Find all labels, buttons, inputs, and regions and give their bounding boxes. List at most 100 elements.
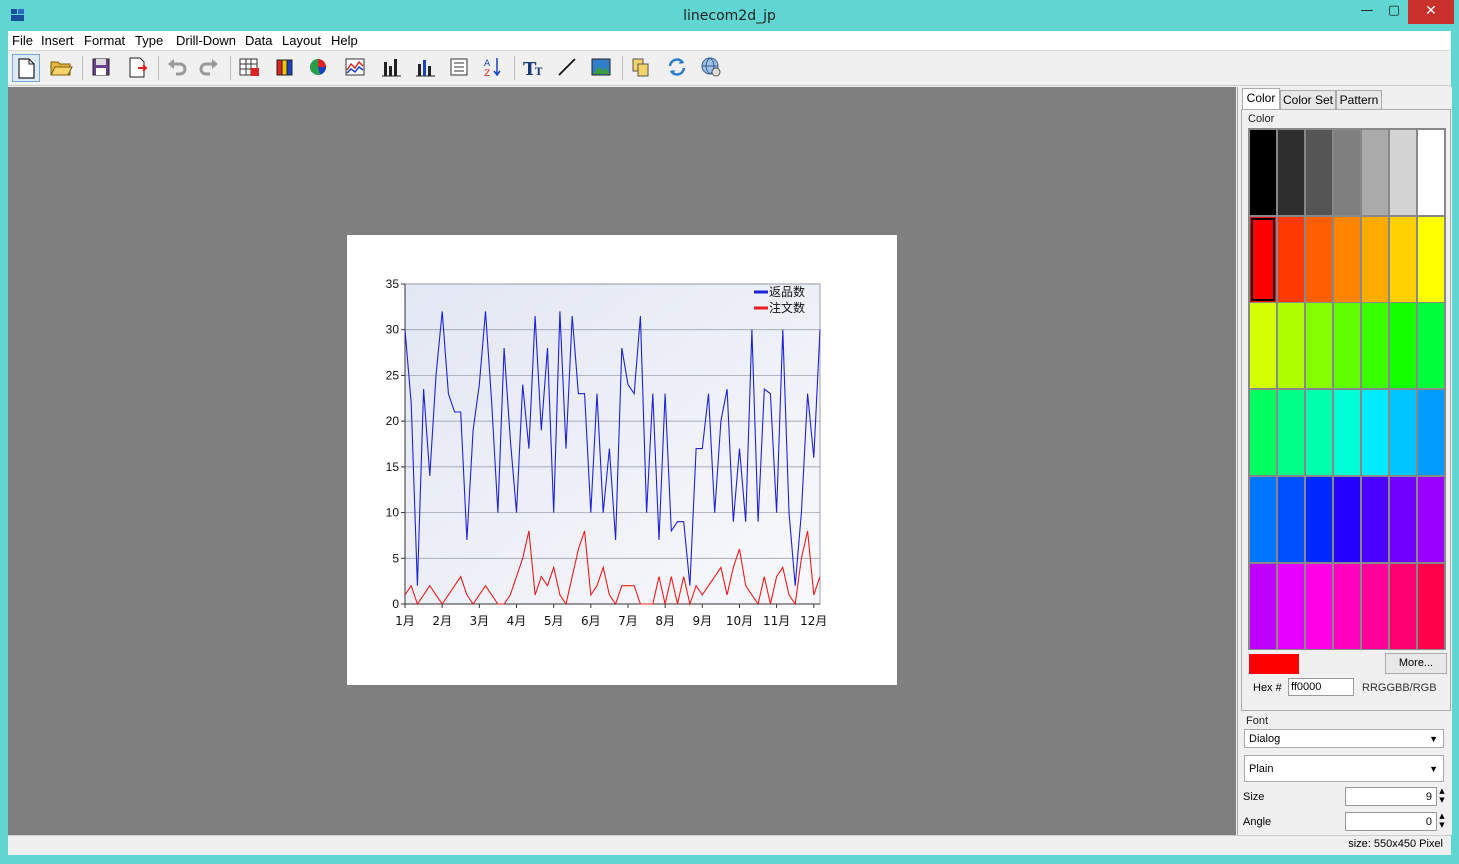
color-swatch[interactable]	[1390, 130, 1416, 215]
color-swatch[interactable]	[1334, 130, 1360, 215]
color-swatch[interactable]	[1278, 390, 1304, 476]
color-swatch[interactable]	[1390, 390, 1416, 476]
color-swatch[interactable]	[1418, 390, 1444, 476]
color-swatch[interactable]	[1418, 476, 1444, 562]
x-tick-label: 9月	[692, 614, 712, 628]
color-swatch[interactable]	[1390, 216, 1416, 302]
color-swatch[interactable]	[1278, 563, 1304, 649]
text-icon[interactable]: TT	[520, 54, 548, 82]
color-swatch[interactable]	[1362, 563, 1388, 649]
color-swatch[interactable]	[1362, 390, 1388, 476]
color-swatch[interactable]	[1306, 130, 1332, 215]
color-swatch[interactable]	[1250, 476, 1276, 562]
open-folder-icon[interactable]	[48, 54, 76, 82]
color-swatch[interactable]	[1278, 476, 1304, 562]
color-swatch[interactable]	[1390, 303, 1416, 389]
color-swatch[interactable]	[1418, 216, 1444, 302]
menu-help[interactable]: Help	[331, 33, 358, 48]
color-swatch[interactable]	[1306, 476, 1332, 562]
more-colors-button[interactable]: More...	[1385, 653, 1447, 674]
menu-insert[interactable]: Insert	[41, 33, 74, 48]
color-swatch[interactable]	[1306, 390, 1332, 476]
chevron-down-icon: ▼	[1429, 733, 1438, 744]
color-swatch[interactable]	[1250, 130, 1276, 215]
angle-spinner-arrows-icon[interactable]: ▲ ▼	[1438, 812, 1446, 831]
color-swatch[interactable]	[1334, 390, 1360, 476]
bar-chart-icon[interactable]	[272, 54, 300, 82]
svg-text:Z: Z	[484, 69, 490, 79]
stacked-chart-icon[interactable]	[412, 54, 440, 82]
plot-area	[404, 283, 821, 605]
font-family-select[interactable]: Dialog ▼	[1244, 729, 1444, 748]
toolbar: AZ TT	[8, 51, 1451, 86]
color-swatch[interactable]	[1418, 130, 1444, 215]
color-swatch[interactable]	[1306, 303, 1332, 389]
color-swatch[interactable]	[1334, 563, 1360, 649]
menu-file[interactable]: File	[12, 33, 33, 48]
color-swatch[interactable]	[1250, 563, 1276, 649]
maximize-button[interactable]: ▢	[1380, 0, 1408, 24]
color-swatch[interactable]	[1362, 130, 1388, 215]
pie-chart-icon[interactable]	[306, 54, 334, 82]
refresh-icon[interactable]	[664, 54, 692, 82]
hex-format-label: RRGGBB/RGB	[1362, 682, 1437, 694]
tab-pattern[interactable]: Pattern	[1336, 90, 1382, 109]
color-swatch[interactable]	[1250, 303, 1276, 389]
color-swatch[interactable]	[1334, 303, 1360, 389]
color-swatch[interactable]	[1334, 476, 1360, 562]
hex-input[interactable]: ff0000	[1288, 678, 1354, 696]
angle-spinner-input[interactable]: 0	[1345, 812, 1437, 831]
new-file-icon[interactable]	[12, 54, 40, 82]
minimize-button[interactable]: —	[1352, 0, 1382, 24]
menu-format[interactable]: Format	[84, 33, 125, 48]
copy-icon[interactable]	[628, 54, 656, 82]
color-swatch[interactable]	[1362, 216, 1388, 302]
tab-color-set[interactable]: Color Set	[1280, 90, 1336, 109]
size-spinner-arrows-icon[interactable]: ▲ ▼	[1438, 787, 1446, 806]
line-chart-icon[interactable]	[342, 54, 370, 82]
line-chart: 0 5 10 15 20 25 30 35 1月 2月 3月 4月 5月 6月 7月 8月 9月 10月 11月 12…	[386, 277, 828, 628]
menu-layout[interactable]: Layout	[282, 33, 321, 48]
color-swatch[interactable]	[1362, 303, 1388, 389]
export-icon[interactable]	[124, 54, 152, 82]
redo-icon[interactable]	[196, 54, 224, 82]
menu-drill-down[interactable]: Drill-Down	[176, 33, 236, 48]
legend-label: 注文数	[769, 300, 805, 315]
close-button[interactable]: ✕	[1408, 0, 1454, 24]
color-swatch[interactable]	[1250, 390, 1276, 476]
list-icon[interactable]	[446, 54, 474, 82]
svg-text:A: A	[484, 59, 491, 69]
tab-color[interactable]: Color	[1242, 88, 1280, 110]
color-swatch[interactable]	[1390, 476, 1416, 562]
color-swatch[interactable]	[1362, 476, 1388, 562]
menu-type[interactable]: Type	[135, 33, 163, 48]
image-icon[interactable]	[588, 54, 616, 82]
y-tick-label: 10	[386, 506, 400, 520]
table-icon[interactable]	[236, 54, 264, 82]
undo-icon[interactable]	[164, 54, 192, 82]
color-swatch[interactable]	[1278, 216, 1304, 302]
chart-paper[interactable]: 0 5 10 15 20 25 30 35 1月 2月 3月 4月 5月 6月 7月 8月 9月 10月 11月 12…	[347, 235, 897, 685]
color-swatch[interactable]	[1418, 563, 1444, 649]
color-swatch[interactable]	[1418, 303, 1444, 389]
color-swatch[interactable]	[1278, 303, 1304, 389]
svg-text:T: T	[535, 67, 543, 78]
color-swatch[interactable]	[1250, 216, 1276, 302]
color-swatch[interactable]	[1278, 130, 1304, 215]
size-label: Size	[1243, 791, 1265, 803]
column-chart-icon[interactable]	[378, 54, 406, 82]
line-tool-icon[interactable]	[554, 54, 582, 82]
title-bar: linecom2d_jp — ▢ ✕	[0, 0, 1459, 32]
status-bar: size: 550x450 Pixel	[8, 835, 1451, 855]
x-tick-label: 5月	[544, 614, 564, 628]
color-swatch[interactable]	[1334, 216, 1360, 302]
settings-globe-icon[interactable]	[698, 54, 726, 82]
color-swatch[interactable]	[1390, 563, 1416, 649]
size-spinner-input[interactable]: 9	[1345, 787, 1437, 806]
color-swatch[interactable]	[1306, 563, 1332, 649]
sort-az-icon[interactable]: AZ	[480, 54, 508, 82]
font-style-select[interactable]: Plain ▼	[1244, 755, 1444, 782]
color-swatch[interactable]	[1306, 216, 1332, 302]
save-icon[interactable]	[88, 54, 116, 82]
menu-data[interactable]: Data	[245, 33, 272, 48]
